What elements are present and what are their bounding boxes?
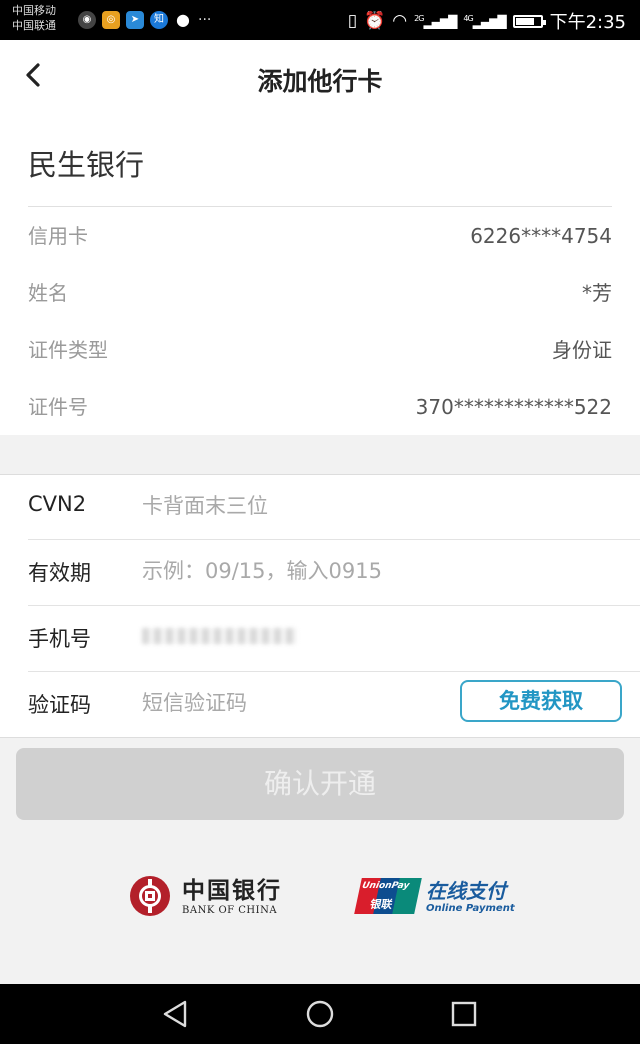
battery-icon — [512, 14, 546, 28]
info-label: 姓名 — [28, 281, 68, 305]
info-label: 证件类型 — [28, 338, 108, 362]
wifi-icon: ◠ — [392, 11, 408, 31]
info-value: 6226****4754 — [470, 224, 612, 248]
verification-form: CVN2 有效期 手机号 验证码 免费获取 — [0, 474, 640, 738]
expiry-input[interactable] — [142, 554, 442, 588]
alarm-icon: ⏰ — [364, 11, 386, 31]
signal-4g-icon: 4G▂▄▆█ — [463, 13, 506, 29]
info-value: 身份证 — [552, 338, 612, 362]
info-row-card-type: 信用卡 6226****4754 — [28, 219, 612, 253]
triangle-back-icon — [163, 1000, 187, 1028]
system-home-button[interactable] — [304, 998, 336, 1030]
more-notifications-icon: ··· — [198, 12, 212, 28]
system-status: ▯ ⏰ ◠ 2G▂▄▆█ 4G▂▄▆█ 下午2:35 — [348, 8, 626, 34]
bank-of-china-logo: 中国银行 BANK OF CHINA — [130, 876, 282, 916]
carrier-2: 中国联通 — [12, 19, 56, 32]
info-label: 证件号 — [28, 395, 88, 419]
system-navigation-bar — [0, 984, 640, 1044]
boc-name-cn: 中国银行 — [182, 876, 282, 904]
status-bar: 中国移动 中国联通 ◉ ◎ ➤ 知 ● ··· ▯ ⏰ ◠ 2G▂▄▆█ 4G▂… — [0, 0, 640, 40]
phone-input[interactable] — [142, 628, 297, 644]
nav-bar: 添加他行卡 — [0, 40, 640, 118]
boc-emblem-icon — [130, 876, 170, 916]
notification-icons: ◉ ◎ ➤ 知 ● ··· — [78, 11, 211, 29]
unionpay-logo: UnionPay 银联 在线支付 Online Payment — [354, 878, 515, 914]
unionpay-yinlian: 银联 — [368, 898, 394, 911]
info-value: 370************522 — [415, 395, 612, 419]
unionpay-cn: 在线支付 — [426, 878, 506, 903]
unionpay-en: Online Payment — [426, 902, 515, 914]
cvn2-row: CVN2 — [0, 475, 640, 539]
unionpay-emblem-icon: UnionPay 银联 — [354, 878, 422, 914]
bank-name: 民生银行 — [28, 148, 145, 182]
expiry-label: 有效期 — [28, 561, 91, 585]
sms-code-row: 验证码 免费获取 — [0, 672, 640, 736]
system-recents-button[interactable] — [448, 998, 480, 1030]
circle-home-icon — [306, 1000, 334, 1028]
signal-2g-icon: 2G▂▄▆█ — [414, 13, 457, 29]
code-label: 验证码 — [28, 693, 91, 717]
zhihu-icon: 知 — [150, 11, 168, 29]
cvn2-input[interactable] — [142, 489, 442, 523]
phone-label: 手机号 — [28, 627, 91, 651]
cvn2-label: CVN2 — [28, 492, 87, 516]
clock: 下午2:35 — [549, 12, 626, 33]
info-row-id-type: 证件类型 身份证 — [28, 333, 612, 367]
carrier-info: 中国移动 中国联通 — [12, 3, 56, 33]
square-recents-icon — [451, 1001, 477, 1027]
boc-name-en: BANK OF CHINA — [182, 904, 278, 916]
info-row-name: 姓名 *芳 — [28, 276, 612, 310]
card-info-panel: 民生银行 信用卡 6226****4754 姓名 *芳 证件类型 身份证 证件号… — [0, 118, 640, 435]
phone-row: 手机号 — [0, 606, 640, 670]
browser-icon: ◎ — [102, 11, 120, 29]
eye-icon: ◉ — [78, 11, 96, 29]
telegram-icon: ➤ — [126, 11, 144, 29]
get-code-button[interactable]: 免费获取 — [460, 680, 622, 722]
divider — [28, 206, 612, 207]
unionpay-name: UnionPay — [361, 881, 411, 891]
info-value: *芳 — [582, 281, 612, 305]
system-back-button[interactable] — [160, 998, 192, 1030]
page-title: 添加他行卡 — [257, 67, 383, 96]
info-label: 信用卡 — [28, 224, 88, 248]
sms-code-input[interactable] — [142, 686, 432, 720]
chat-bubble-icon: ● — [176, 10, 190, 29]
vibrate-icon: ▯ — [347, 11, 358, 31]
carrier-1: 中国移动 — [12, 4, 56, 17]
confirm-button[interactable]: 确认开通 — [16, 748, 624, 820]
expiry-row: 有效期 — [0, 540, 640, 604]
info-row-id-number: 证件号 370************522 — [28, 390, 612, 424]
